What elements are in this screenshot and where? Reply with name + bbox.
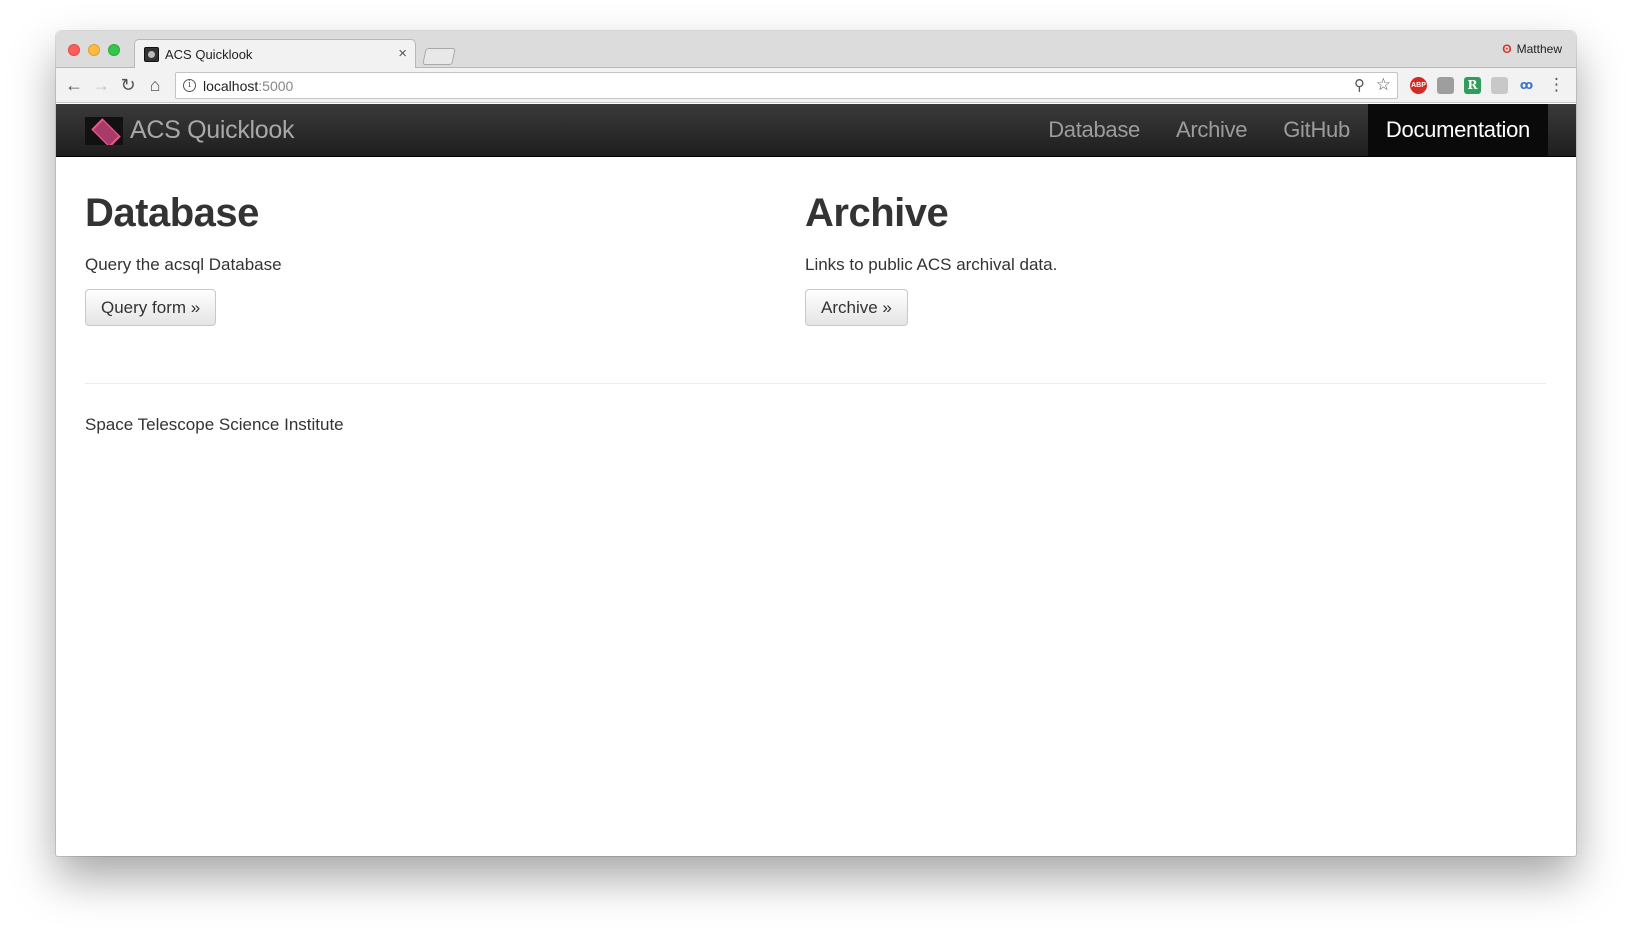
browser-toolbar: ← → ↻ ⌂ i localhost:5000 ⚲ ☆ ABP R ꚙ ⋮ [56, 68, 1576, 103]
home-icon[interactable]: ⌂ [144, 74, 166, 96]
tab-close-icon[interactable]: × [398, 45, 407, 62]
archive-section: Archive Links to public ACS archival dat… [805, 191, 1057, 326]
back-arrow-icon[interactable]: ← [63, 74, 85, 96]
tab-strip: ACS Quicklook × ʘ Matthew [56, 31, 1576, 69]
nav-link-database[interactable]: Database [1030, 104, 1158, 156]
maximize-window-button[interactable] [108, 44, 120, 56]
adblock-extension-icon[interactable]: ABP [1410, 77, 1427, 94]
database-description: Query the acsql Database [85, 255, 282, 274]
database-heading: Database [85, 191, 259, 235]
r-extension-icon[interactable]: R [1464, 77, 1481, 94]
database-section: Database Query the acsql Database Query … [85, 191, 282, 326]
brand-name: ACS Quicklook [130, 116, 295, 144]
footer-text: Space Telescope Science Institute [85, 415, 344, 434]
new-tab-button[interactable] [422, 48, 456, 65]
reload-icon[interactable]: ↻ [117, 74, 139, 96]
browser-window: ACS Quicklook × ʘ Matthew ← → ↻ ⌂ i loca… [56, 31, 1576, 856]
url-text: localhost:5000 [203, 78, 293, 94]
site-navbar: ACS Quicklook Database Archive GitHub Do… [56, 104, 1576, 157]
query-form-button[interactable]: Query form » [85, 289, 217, 326]
extension-icon[interactable] [1437, 77, 1454, 94]
url-port: :5000 [258, 78, 294, 94]
acs-logo-icon [85, 116, 123, 145]
browser-tab[interactable]: ACS Quicklook × [134, 39, 416, 69]
divider [85, 383, 1546, 384]
bookmark-star-icon[interactable]: ☆ [1376, 75, 1391, 95]
zoom-icon[interactable]: ⚲ [1354, 76, 1365, 94]
favicon-icon [144, 47, 159, 62]
profile-name: Matthew [1516, 42, 1562, 56]
owl-extension-icon[interactable]: ꚙ [1518, 77, 1535, 94]
browser-menu-icon[interactable]: ⋮ [1548, 74, 1565, 96]
archive-heading: Archive [805, 191, 949, 235]
archive-button[interactable]: Archive » [805, 289, 908, 326]
nav-link-archive[interactable]: Archive [1158, 104, 1265, 156]
brand-link[interactable]: ACS Quicklook [85, 116, 295, 145]
forward-arrow-icon[interactable]: → [90, 74, 112, 96]
tab-title: ACS Quicklook [165, 47, 253, 62]
nav-link-documentation[interactable]: Documentation [1367, 104, 1548, 156]
archive-description: Links to public ACS archival data. [805, 255, 1058, 274]
nav-links: Database Archive GitHub Documentation [1030, 104, 1548, 156]
nav-link-github[interactable]: GitHub [1265, 104, 1368, 156]
info-icon[interactable]: i [183, 79, 196, 92]
minimize-window-button[interactable] [88, 44, 100, 56]
address-bar[interactable]: i localhost:5000 ⚲ ☆ [175, 72, 1398, 99]
profile-button[interactable]: ʘ Matthew [1502, 42, 1562, 56]
profile-icon: ʘ [1502, 42, 1512, 56]
url-host: localhost [203, 78, 259, 94]
translate-extension-icon[interactable] [1491, 77, 1508, 94]
close-window-button[interactable] [68, 44, 80, 56]
